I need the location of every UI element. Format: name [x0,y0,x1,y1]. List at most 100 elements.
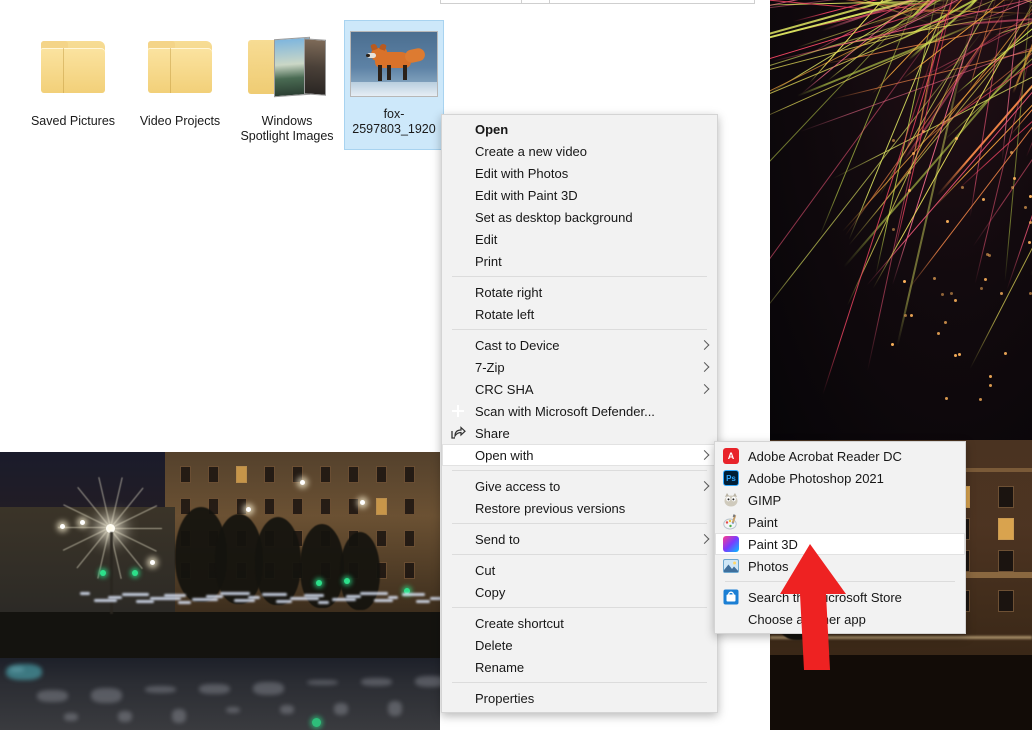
menu-item-cast-to-device[interactable]: Cast to Device [442,334,717,356]
menu-item-search-the-microsoft-store[interactable]: Search the Microsoft Store [715,586,965,608]
city-window [404,562,415,579]
menu-item-open-with[interactable]: Open with [442,444,717,466]
firework-ember [892,139,895,142]
firework-ember [944,321,947,324]
street-lamp [60,524,65,529]
lamp-flare-ray [58,526,110,528]
city-window [208,466,219,483]
water-reflection [199,684,230,694]
menu-item-crc-sha[interactable]: CRC SHA [442,378,717,400]
menu-item-choose-another-app[interactable]: Choose another app [715,608,965,630]
car-light-streak [304,594,324,597]
menu-item-label: CRC SHA [475,381,534,397]
list-item-selected[interactable]: fox-2597803_1920 [344,20,444,150]
menu-item-give-access-to[interactable]: Give access to [442,475,717,497]
menu-item-label: Rotate left [475,306,535,322]
menu-item-paint-3d[interactable]: Paint 3D [715,533,965,555]
menu-item-open[interactable]: Open [442,118,717,140]
firework-ember [984,278,987,281]
water-reflection [64,713,78,721]
traffic-light [344,578,350,584]
list-item[interactable]: Windows Spotlight Images [237,20,337,144]
menu-item-label: Photos [748,558,789,574]
menu-item-send-to[interactable]: Send to [442,528,717,550]
menu-item-label: Edit [475,231,498,247]
fox-thumbnail [345,21,443,107]
menu-item-rotate-left[interactable]: Rotate left [442,303,717,325]
firework-ember [910,314,913,317]
menu-item-copy[interactable]: Copy [442,581,717,603]
menu-item-restore-previous-versions[interactable]: Restore previous versions [442,497,717,519]
menu-separator [452,682,707,683]
menu-item-gimp[interactable]: GIMP [715,489,965,511]
menu-separator [452,470,707,471]
list-item-label: Video Projects [139,114,221,128]
water-reflection [415,676,440,687]
menu-item-edit-with-photos[interactable]: Edit with Photos [442,162,717,184]
menu-item-label: Scan with Microsoft Defender... [475,403,655,419]
city-window [264,498,275,515]
menu-item-label: Copy [475,584,506,600]
firework-ember [1000,292,1003,295]
firework-ember [980,287,983,290]
menu-item-properties[interactable]: Properties [442,687,717,709]
menu-separator [725,581,955,582]
building-window [998,590,1014,612]
firework-ember [1011,186,1014,189]
chevron-right-icon [699,362,710,372]
toolbar-button-fragment[interactable] [440,0,522,4]
firework-ember [945,397,948,400]
water-reflection [361,678,392,686]
menu-item-label: Edit with Paint 3D [475,187,578,203]
city-window [376,498,387,515]
folder-icon [23,20,123,114]
menu-item-label: 7-Zip [475,359,505,375]
list-item[interactable]: Saved Pictures [23,20,123,129]
menu-item-edit[interactable]: Edit [442,228,717,250]
menu-item-cut[interactable]: Cut [442,559,717,581]
menu-item-scan-with-microsoft-defender[interactable]: Scan with Microsoft Defender... [442,400,717,422]
car-light-streak [150,597,181,600]
menu-item-label: Create shortcut [475,615,564,631]
menu-item-adobe-acrobat-reader-dc[interactable]: A Adobe Acrobat Reader DC [715,445,965,467]
firework-ember [908,171,911,174]
photoshop-icon: Ps [723,470,739,486]
city-window [348,498,359,515]
menu-item-rename[interactable]: Rename [442,656,717,678]
menu-item-label: Send to [475,531,520,547]
menu-separator [452,276,707,277]
list-item-label: Windows Spotlight Images [240,114,334,143]
list-item[interactable]: Video Projects [130,20,230,129]
firework-ember [922,130,925,133]
menu-item-rotate-right[interactable]: Rotate right [442,281,717,303]
menu-item-share[interactable]: Share [442,422,717,444]
context-menu[interactable]: Open Create a new video Edit with Photos Ed… [441,114,718,713]
menu-item-adobe-photoshop-2021[interactable]: Ps Adobe Photoshop 2021 [715,467,965,489]
menu-item-create-a-new-video[interactable]: Create a new video [442,140,717,162]
open-with-submenu[interactable]: A Adobe Acrobat Reader DC Ps Adobe Photosho… [714,441,966,634]
menu-item-7-zip[interactable]: 7-Zip [442,356,717,378]
city-window [376,466,387,483]
menu-item-delete[interactable]: Delete [442,634,717,656]
car-light-streak [402,593,425,596]
menu-item-edit-with-paint-3d[interactable]: Edit with Paint 3D [442,184,717,206]
car-light-streak [234,599,255,602]
night-city-photo [0,452,440,730]
menu-separator [452,607,707,608]
menu-item-set-as-desktop-background[interactable]: Set as desktop background [442,206,717,228]
car-light-streak [108,596,122,599]
city-window [348,466,359,483]
water-reflection [145,686,176,693]
menu-item-print[interactable]: Print [442,250,717,272]
menu-item-paint[interactable]: Paint [715,511,965,533]
menu-item-create-shortcut[interactable]: Create shortcut [442,612,717,634]
menu-item-label: Delete [475,637,513,653]
menu-item-photos[interactable]: Photos [715,555,965,577]
search-box-fragment[interactable] [549,0,755,4]
firework-ember [989,384,992,387]
street-lamp [300,480,305,485]
firework-ember [958,353,961,356]
firework-ember [954,354,957,357]
car-light-streak [318,601,329,604]
street-lamp [80,520,85,525]
